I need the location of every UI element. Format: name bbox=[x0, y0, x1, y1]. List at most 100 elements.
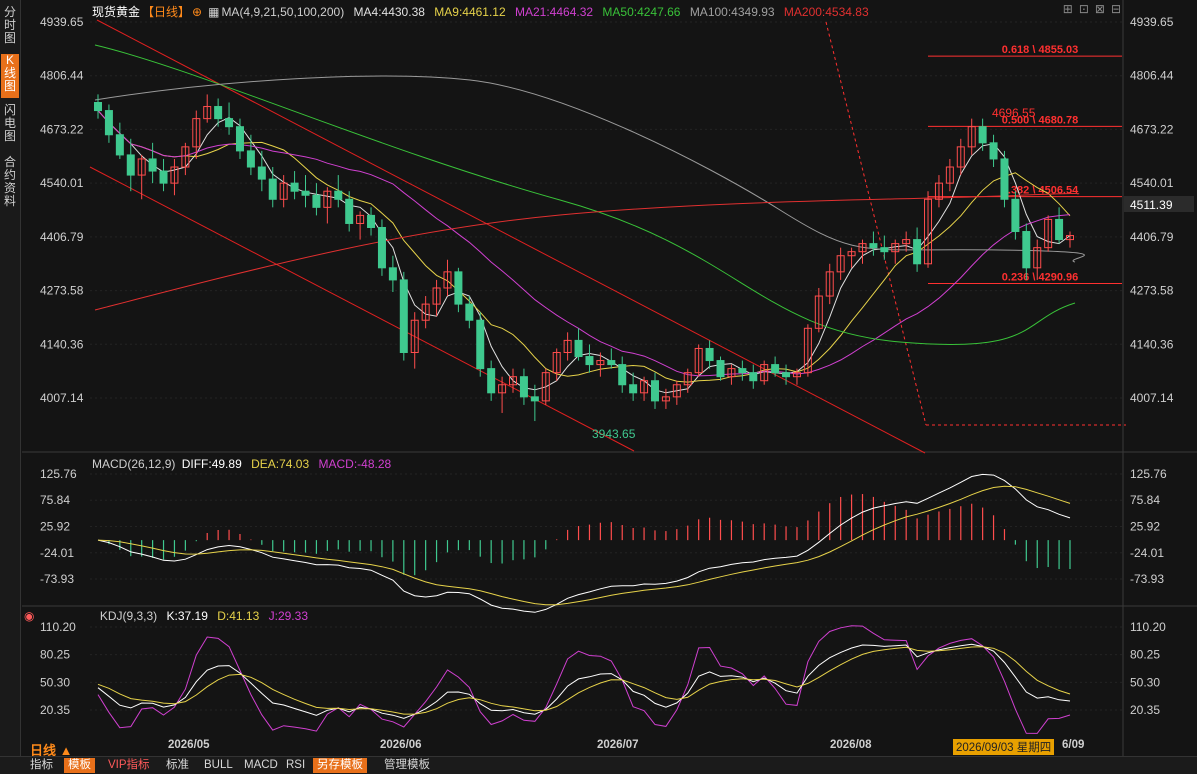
macd-y-tick-right: -24.01 bbox=[1130, 546, 1164, 560]
fib-label: 0.618 \ 4855.03 bbox=[1002, 44, 1078, 56]
candle-body bbox=[1000, 158, 1009, 200]
y-tick-left: 4273.58 bbox=[40, 284, 84, 298]
candle-body bbox=[782, 372, 791, 378]
candle-body bbox=[476, 319, 485, 370]
candle-body bbox=[880, 247, 889, 253]
candle-body bbox=[268, 178, 277, 200]
x-label-jul: 2026/07 bbox=[597, 739, 639, 751]
manage-template-button[interactable]: 管理模板 bbox=[380, 758, 434, 773]
candle-body bbox=[377, 226, 386, 269]
candle-body bbox=[115, 134, 124, 156]
candle-body bbox=[607, 360, 616, 366]
macd-y-tick-left: -24.01 bbox=[40, 546, 74, 560]
candle-body bbox=[989, 142, 998, 160]
candle-body bbox=[235, 126, 244, 152]
candle-body bbox=[618, 364, 627, 386]
candle-body bbox=[1011, 198, 1020, 233]
y-tick-right: 4806.44 bbox=[1130, 69, 1174, 83]
candle-body bbox=[367, 214, 376, 228]
candle-body bbox=[574, 339, 583, 358]
macd-y-tick-right: 25.92 bbox=[1130, 519, 1160, 533]
candle-body bbox=[104, 110, 113, 136]
candle-body bbox=[1055, 218, 1064, 241]
candle-body bbox=[465, 303, 474, 321]
kdj-y-tick-left: 50.30 bbox=[40, 675, 70, 689]
candle-body bbox=[749, 372, 758, 382]
fib-label: 0.236 \ 4290.96 bbox=[1002, 272, 1078, 284]
current-price-label: 4511.39 bbox=[1130, 198, 1173, 212]
y-tick-left: 4939.65 bbox=[40, 15, 84, 29]
candle-body bbox=[399, 279, 408, 353]
candle-body bbox=[257, 166, 266, 180]
standard-button[interactable]: 标准 bbox=[162, 758, 193, 773]
macd-button[interactable]: MACD bbox=[240, 758, 282, 773]
kdj-d-line bbox=[97, 646, 1071, 715]
macd-y-tick-left: 125.76 bbox=[40, 467, 77, 481]
channel-lower-line bbox=[89, 166, 635, 452]
kdj-y-tick-right: 20.35 bbox=[1130, 703, 1160, 717]
kdj-y-tick-left: 80.25 bbox=[40, 648, 70, 662]
candle-body bbox=[159, 170, 168, 184]
candle-body bbox=[629, 384, 638, 394]
candle-body bbox=[771, 364, 780, 374]
macd-y-tick-left: -73.93 bbox=[40, 572, 74, 586]
y-tick-left: 4140.36 bbox=[40, 337, 84, 351]
y-tick-left: 4540.01 bbox=[40, 176, 84, 190]
candle-body bbox=[214, 106, 223, 120]
candle-body bbox=[345, 198, 354, 224]
x-label-aug: 2026/08 bbox=[830, 739, 872, 751]
x-label-jun: 2026/06 bbox=[380, 739, 422, 751]
candle-body bbox=[913, 239, 922, 265]
macd-y-tick-right: 75.84 bbox=[1130, 493, 1160, 507]
macd-y-tick-right: 125.76 bbox=[1130, 467, 1167, 481]
kdj-y-tick-left: 110.20 bbox=[40, 620, 76, 634]
candle-body bbox=[94, 102, 102, 112]
bull-button[interactable]: BULL bbox=[200, 758, 237, 773]
macd-dea-line bbox=[97, 485, 1071, 606]
y-tick-right: 4406.79 bbox=[1130, 230, 1174, 244]
macd-y-tick-left: 25.92 bbox=[40, 519, 70, 533]
candle-body bbox=[334, 190, 343, 200]
candle-body bbox=[246, 150, 255, 168]
low-label: 3943.65 bbox=[592, 427, 636, 441]
cursor-date-label: 2026/09/03 星期四 bbox=[953, 739, 1055, 755]
candle-body bbox=[716, 360, 725, 378]
kdj-y-tick-right: 80.25 bbox=[1130, 648, 1160, 662]
candle-body bbox=[705, 347, 714, 362]
template-button[interactable]: 模板 bbox=[64, 758, 95, 773]
x-label-may: 2026/05 bbox=[168, 739, 210, 751]
kdj-y-tick-right: 110.20 bbox=[1130, 620, 1166, 634]
rsi-button[interactable]: RSI bbox=[282, 758, 309, 773]
candle-body bbox=[388, 267, 397, 281]
candle-body bbox=[738, 368, 747, 374]
y-tick-right: 4939.65 bbox=[1130, 15, 1174, 29]
y-tick-right: 4673.22 bbox=[1130, 122, 1174, 136]
candle-body bbox=[290, 182, 299, 192]
vip-indicators-button[interactable]: VIP指标 bbox=[104, 758, 154, 773]
candle-body bbox=[148, 158, 157, 172]
chart-canvas[interactable]: 0.618 \ 4855.030.500 \ 4680.780.382 \ 45… bbox=[0, 0, 1197, 756]
candle-body bbox=[650, 380, 659, 402]
y-tick-left: 4673.22 bbox=[40, 122, 84, 136]
macd-y-tick-left: 75.84 bbox=[40, 493, 70, 507]
candle-body bbox=[301, 190, 310, 196]
candle-body bbox=[530, 396, 539, 402]
candle-body bbox=[225, 118, 234, 128]
y-tick-right: 4140.36 bbox=[1130, 337, 1174, 351]
indicators-button[interactable]: 指标 bbox=[26, 758, 57, 773]
candle-body bbox=[519, 376, 528, 398]
y-tick-right: 4540.01 bbox=[1130, 176, 1174, 190]
candle-body bbox=[585, 356, 594, 366]
candle-body bbox=[978, 126, 987, 144]
y-tick-left: 4806.44 bbox=[40, 69, 84, 83]
kdj-j-line bbox=[97, 625, 1071, 734]
x-label-last: 6/09 bbox=[1062, 739, 1085, 751]
candle-body bbox=[126, 154, 135, 176]
y-tick-left: 4406.79 bbox=[40, 230, 84, 244]
ma100-line bbox=[94, 75, 1085, 263]
save-template-button[interactable]: 另存模板 bbox=[313, 758, 367, 773]
candle-body bbox=[487, 368, 496, 394]
kdj-y-tick-right: 50.30 bbox=[1130, 675, 1160, 689]
kdj-k-line bbox=[97, 643, 1071, 719]
high-label: 4696.55 bbox=[992, 106, 1036, 120]
